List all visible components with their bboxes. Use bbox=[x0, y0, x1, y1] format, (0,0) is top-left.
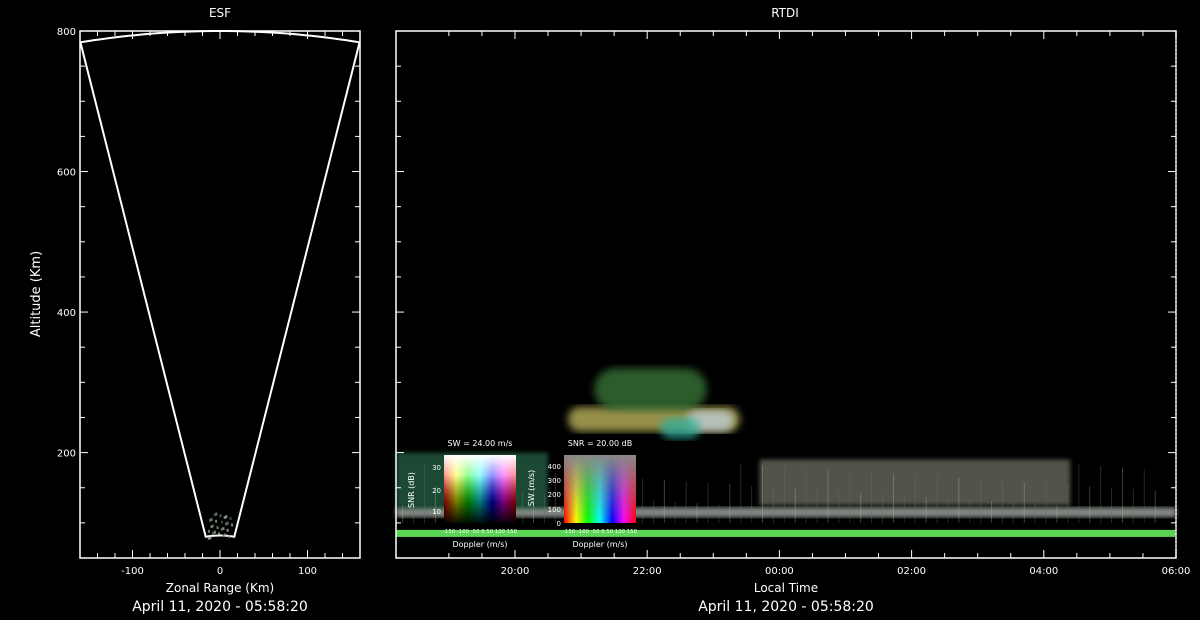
esf-ytick-label: 600 bbox=[57, 168, 76, 179]
legend2-ytick: 0 bbox=[557, 520, 561, 528]
esf-echo-speck bbox=[212, 524, 215, 528]
esf-echo-speck bbox=[216, 526, 219, 530]
esf-echo-speck bbox=[225, 522, 228, 526]
esf-echo-speck bbox=[229, 516, 232, 520]
esf-echo-speck bbox=[212, 531, 215, 535]
legend1-xlabel: Doppler (m/s) bbox=[452, 540, 507, 549]
esf-echo-speck bbox=[231, 523, 234, 527]
esf-xtick-label: 0 bbox=[217, 566, 223, 577]
esf-echo-speck bbox=[228, 535, 231, 539]
esf-echo-speck bbox=[222, 527, 225, 531]
esf-echo-speck bbox=[207, 536, 210, 540]
esf-title: ESF bbox=[209, 6, 231, 20]
rtdi-echo-region-plume-cyan bbox=[660, 417, 701, 439]
esf-echo-speck bbox=[213, 513, 216, 517]
legend2-xticks: -150 -100 -50 0 50 100 150 bbox=[563, 529, 637, 535]
esf-echo-speck bbox=[215, 512, 218, 516]
legend2-caption: SNR = 20.00 dB bbox=[568, 439, 632, 448]
esf-ylabel: Altitude (Km) bbox=[29, 251, 44, 337]
esf-echo-speck bbox=[213, 530, 216, 534]
esf-echo-speck bbox=[210, 517, 213, 521]
rtdi-title: RTDI bbox=[771, 6, 799, 20]
figure: ESF -100 0 100 200400600800 Zonal Range (K… bbox=[29, 6, 1191, 615]
legend2-xlabel: Doppler (m/s) bbox=[572, 540, 627, 549]
legend2-ytick: 200 bbox=[548, 491, 561, 499]
legend1-ytick: 30 bbox=[432, 464, 441, 472]
esf-xtick-label: 100 bbox=[298, 566, 317, 577]
esf-timestamp: April 11, 2020 - 05:58:20 bbox=[132, 599, 308, 615]
esf-echo-speck bbox=[209, 518, 212, 522]
rtdi-timestamp: April 11, 2020 - 05:58:20 bbox=[698, 599, 874, 615]
esf-fan-outline bbox=[79, 30, 361, 538]
esf-echo-speck bbox=[215, 519, 218, 523]
legend2-ytick: 300 bbox=[548, 477, 561, 485]
esf-echo-speck bbox=[210, 525, 213, 529]
legend1-ylabel: SNR (dB) bbox=[407, 472, 416, 508]
rtdi-xtick-label: 20:00 bbox=[501, 566, 530, 577]
esf-ytick-label: 400 bbox=[57, 308, 76, 319]
rtdi-x-tick-labels: 20:00 22:00 00:00 02:00 04:00 06:00 bbox=[501, 566, 1191, 577]
esf-echo-speck bbox=[219, 514, 222, 518]
esf-echo-speck bbox=[226, 521, 229, 525]
esf-echo-speck bbox=[209, 536, 212, 540]
esf-echo-speck bbox=[223, 516, 226, 520]
esf-echo-speck bbox=[225, 515, 228, 519]
esf-xtick-label: -100 bbox=[121, 566, 144, 577]
esf-echo-speck bbox=[223, 533, 226, 537]
rtdi-xtick-label: 06:00 bbox=[1162, 566, 1191, 577]
esf-xlabel: Zonal Range (Km) bbox=[166, 581, 274, 595]
rtdi-xlabel: Local Time bbox=[754, 581, 818, 595]
rtdi-xtick-label: 00:00 bbox=[765, 566, 794, 577]
legend2-colorbox-shade bbox=[564, 455, 636, 523]
esf-panel: ESF -100 0 100 200 400 600 800 Zonal Range (K… bbox=[29, 6, 361, 615]
esf-x-tick-labels: -100 0 100 bbox=[121, 566, 317, 577]
legend1-caption: SW = 24.00 m/s bbox=[448, 439, 513, 448]
rtdi-xtick-label: 04:00 bbox=[1029, 566, 1058, 577]
rtdi-xtick-label: 22:00 bbox=[633, 566, 662, 577]
esf-frame bbox=[79, 30, 361, 559]
legend1-colorbox-dark bbox=[444, 455, 516, 523]
esf-ytick-label: 800 bbox=[57, 27, 76, 38]
legend1-ytick: 10 bbox=[432, 508, 441, 516]
esf-echo-speck bbox=[218, 532, 221, 536]
legend2-ytick: 100 bbox=[548, 506, 561, 514]
esf-ytick-label: 200 bbox=[57, 449, 76, 460]
esf-echo-speck bbox=[226, 528, 229, 532]
rtdi-panel: RTDI 20:00 22:00 00:00 02:00 04:00 06:00 SW =… bbox=[395, 6, 1191, 615]
legend1-xticks: -150 -100 -50 0 50 100 150 bbox=[443, 529, 517, 535]
rtdi-echo-region-plume-top bbox=[594, 368, 707, 411]
legend2-ytick: 400 bbox=[548, 463, 561, 471]
rtdi-xtick-label: 02:00 bbox=[897, 566, 926, 577]
esf-echo-speck bbox=[207, 529, 210, 533]
esf-y-tick-labels: 200 400 600 800 bbox=[57, 27, 76, 460]
esf-echo-speck bbox=[222, 534, 225, 538]
esf-echo-speck bbox=[220, 527, 223, 531]
esf-axis-ticks bbox=[80, 30, 360, 558]
esf-echo-speck bbox=[220, 520, 223, 524]
legend2-ylabel: SW (m/s) bbox=[527, 470, 536, 506]
legend1-ytick: 20 bbox=[432, 487, 441, 495]
